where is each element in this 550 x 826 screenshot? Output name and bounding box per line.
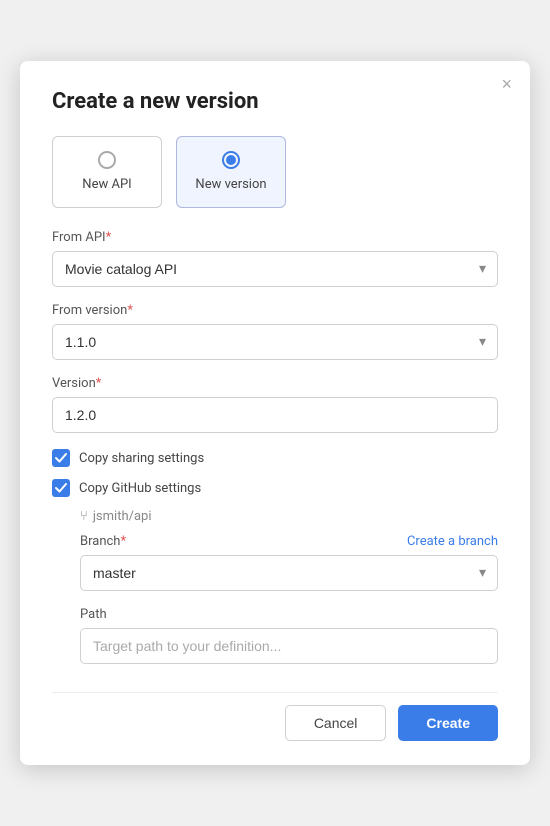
type-option-new-version[interactable]: New version bbox=[176, 136, 286, 209]
version-label: Version* bbox=[52, 376, 498, 391]
create-branch-link[interactable]: Create a branch bbox=[407, 534, 498, 549]
github-settings-section: ⑂ jsmith/api Branch* Create a branch mas… bbox=[80, 509, 498, 664]
copy-sharing-label: Copy sharing settings bbox=[79, 451, 204, 466]
radio-new-api bbox=[98, 151, 116, 169]
fork-icon: ⑂ bbox=[80, 509, 88, 524]
radio-new-version bbox=[222, 151, 240, 169]
branch-select[interactable]: master bbox=[80, 555, 498, 591]
branch-group: Branch* Create a branch master bbox=[80, 534, 498, 591]
copy-github-checkbox[interactable] bbox=[52, 479, 70, 497]
copy-github-label: Copy GitHub settings bbox=[79, 481, 201, 496]
from-api-select[interactable]: Movie catalog API bbox=[52, 251, 498, 287]
modal-footer: Cancel Create bbox=[52, 692, 498, 741]
path-input[interactable] bbox=[80, 628, 498, 664]
copy-sharing-checkbox[interactable] bbox=[52, 449, 70, 467]
branch-header: Branch* Create a branch bbox=[80, 534, 498, 549]
type-selector: New API New version bbox=[52, 136, 498, 209]
github-path: ⑂ jsmith/api bbox=[80, 509, 498, 524]
modal-title: Create a new version bbox=[52, 89, 498, 114]
copy-github-row[interactable]: Copy GitHub settings bbox=[52, 479, 498, 497]
create-button[interactable]: Create bbox=[398, 705, 498, 741]
branch-label: Branch* bbox=[80, 534, 126, 549]
from-version-group: From version* 1.1.0 bbox=[52, 303, 498, 360]
branch-select-wrapper: master bbox=[80, 555, 498, 591]
type-label-new-api: New API bbox=[82, 177, 131, 194]
path-group: Path bbox=[80, 607, 498, 664]
type-label-new-version: New version bbox=[195, 177, 266, 194]
type-option-new-api[interactable]: New API bbox=[52, 136, 162, 209]
from-api-group: From API* Movie catalog API bbox=[52, 230, 498, 287]
close-button[interactable]: × bbox=[501, 75, 512, 93]
version-input[interactable] bbox=[52, 397, 498, 433]
create-version-modal: × Create a new version New API New versi… bbox=[20, 61, 530, 766]
from-version-select[interactable]: 1.1.0 bbox=[52, 324, 498, 360]
copy-sharing-row[interactable]: Copy sharing settings bbox=[52, 449, 498, 467]
cancel-button[interactable]: Cancel bbox=[285, 705, 387, 741]
path-label: Path bbox=[80, 607, 498, 622]
from-api-label: From API* bbox=[52, 230, 498, 245]
from-version-select-wrapper: 1.1.0 bbox=[52, 324, 498, 360]
version-group: Version* bbox=[52, 376, 498, 433]
from-api-select-wrapper: Movie catalog API bbox=[52, 251, 498, 287]
from-version-label: From version* bbox=[52, 303, 498, 318]
